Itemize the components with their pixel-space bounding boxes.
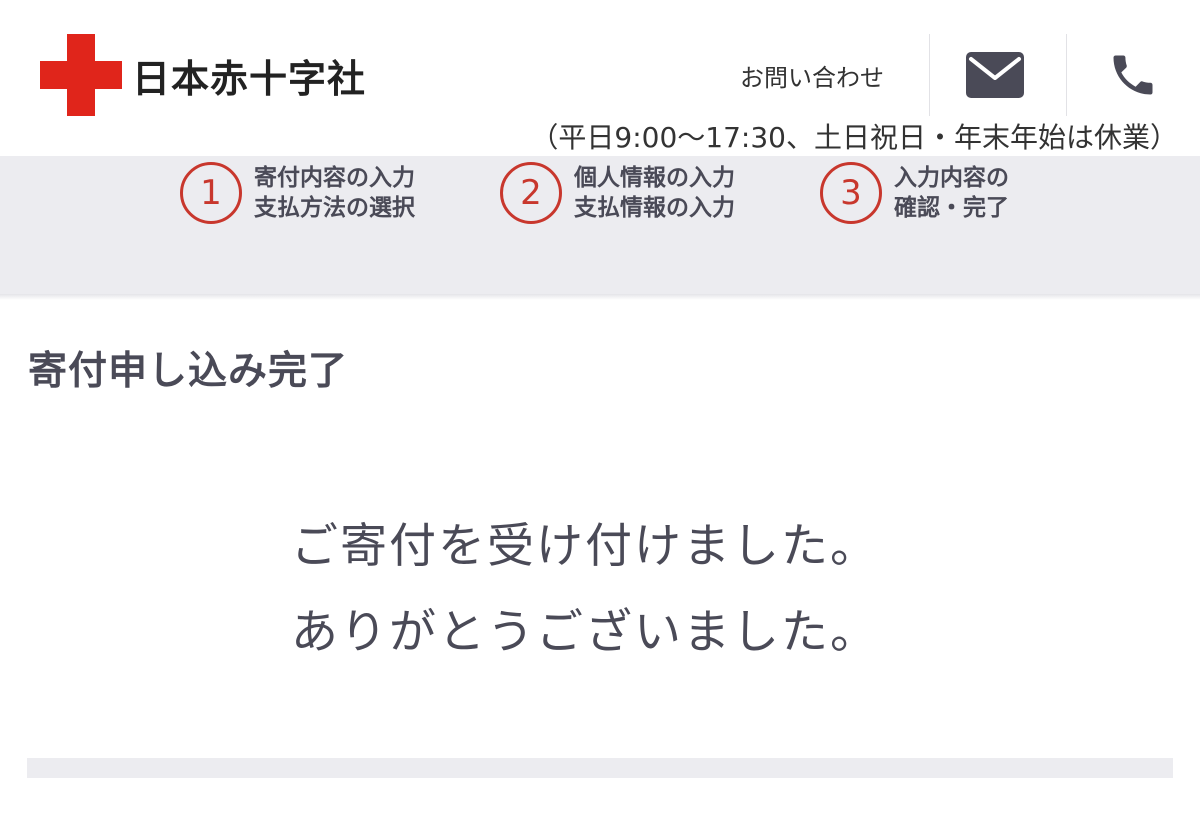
page: 日本赤十字社 お問い合わせ （平日9:00〜17:30、土日祝日・年末年始は休業… (0, 0, 1200, 814)
step-label-line: 支払方法の選択 (254, 195, 415, 221)
business-hours-note: （平日9:00〜17:30、土日祝日・年末年始は休業） (530, 121, 1178, 154)
step-label-line: 支払情報の入力 (574, 195, 735, 221)
red-cross-logo-icon (40, 34, 122, 116)
header-divider (1066, 34, 1067, 116)
logo-link[interactable]: 日本赤十字社 (40, 34, 366, 116)
step-label-line: 確認・完了 (894, 195, 1009, 221)
step-label: 寄付内容の入力 支払方法の選択 (254, 163, 415, 223)
step-label: 個人情報の入力 支払情報の入力 (574, 163, 735, 223)
message-line: ありがとうございました。 (291, 605, 879, 660)
phone-icon (1113, 55, 1153, 95)
step-label-line: 寄付内容の入力 (254, 165, 415, 191)
step-progress-bar: 1 寄付内容の入力 支払方法の選択 2 個人情報の入力 支払情報の入力 3 入力… (0, 156, 1200, 300)
step-label: 入力内容の 確認・完了 (894, 163, 1009, 223)
header-divider (929, 34, 930, 116)
completion-message: ご寄付を受け付けました。 ありがとうございました。 (0, 504, 1170, 676)
step-number: 1 (180, 162, 242, 224)
site-header: 日本赤十字社 お問い合わせ （平日9:00〜17:30、土日祝日・年末年始は休業… (0, 0, 1200, 156)
step-label-line: 入力内容の (894, 165, 1009, 191)
step-label-line: 個人情報の入力 (574, 165, 735, 191)
mail-icon (966, 52, 1024, 98)
mail-button[interactable] (960, 40, 1030, 110)
footer-band (27, 758, 1173, 778)
logo-text: 日本赤十字社 (132, 56, 367, 101)
page-title: 寄付申し込み完了 (28, 349, 349, 394)
step-number: 2 (500, 162, 562, 224)
phone-button[interactable] (1098, 40, 1168, 110)
contact-link[interactable]: お問い合わせ (740, 58, 884, 93)
step-1: 1 寄付内容の入力 支払方法の選択 (180, 162, 415, 224)
step-2: 2 個人情報の入力 支払情報の入力 (500, 162, 735, 224)
message-line: ご寄付を受け付けました。 (291, 519, 879, 574)
step-3: 3 入力内容の 確認・完了 (820, 162, 1009, 224)
step-number: 3 (820, 162, 882, 224)
